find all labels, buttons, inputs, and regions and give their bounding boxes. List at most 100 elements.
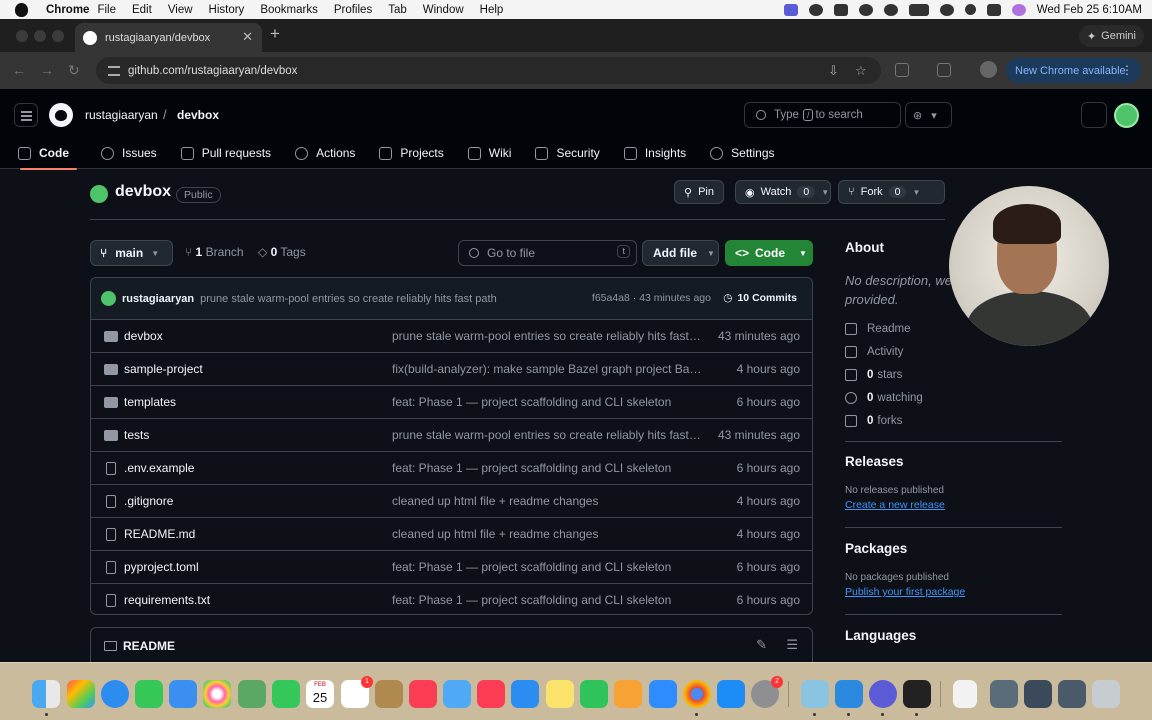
finder-icon[interactable]	[32, 680, 60, 708]
webcam-overlay[interactable]	[949, 186, 1109, 346]
profile-avatar[interactable]	[980, 61, 997, 78]
search-input[interactable]: Type / to search	[744, 102, 901, 128]
news-icon[interactable]	[477, 680, 505, 708]
menu-file[interactable]: File	[97, 4, 116, 16]
menu-app-name[interactable]: Chrome	[46, 4, 89, 16]
file-name[interactable]: requirements.txt	[124, 593, 210, 607]
keynote-icon[interactable]	[511, 680, 539, 708]
menu-profiles[interactable]: Profiles	[334, 4, 372, 16]
commit-meta[interactable]: f65a4a8 · 43 minutes ago	[592, 292, 711, 304]
launchpad-icon[interactable]	[67, 680, 95, 708]
browser-tab[interactable]: rustagiaaryan/devbox ✕	[75, 23, 262, 52]
vscode-icon[interactable]	[835, 680, 863, 708]
apple-icon[interactable]	[15, 2, 28, 17]
file-commit-message[interactable]: feat: Phase 1 — project scaffolding and …	[392, 461, 704, 475]
commits-link[interactable]: ◷ 10 Commits	[723, 292, 797, 304]
file-name[interactable]: devbox	[124, 329, 163, 343]
file-row[interactable]: requirements.txt feat: Phase 1 — project …	[91, 584, 812, 614]
document-icon[interactable]	[953, 680, 977, 708]
watch-button[interactable]: ◉ Watch 0 ▼	[735, 180, 831, 204]
maps-icon[interactable]	[238, 680, 266, 708]
kebab-menu-icon[interactable]: ⋮	[1121, 63, 1133, 77]
branches-link[interactable]: ⑂ 1 Branch	[185, 245, 244, 259]
repo-title[interactable]: devbox	[115, 183, 171, 201]
fork-button[interactable]: ⑂ Fork 0 ▼	[838, 180, 945, 204]
forward-arrow-icon[interactable]: →	[40, 62, 54, 78]
code-button[interactable]: <> Code ▼	[725, 240, 813, 266]
file-row[interactable]: .gitignore cleaned up html file + readme …	[91, 485, 812, 518]
file-row[interactable]: .env.example feat: Phase 1 — project scaf…	[91, 452, 812, 485]
file-commit-message[interactable]: feat: Phase 1 — project scaffolding and …	[392, 395, 704, 409]
control-center-icon[interactable]	[986, 3, 1001, 16]
zoom-icon[interactable]	[649, 680, 677, 708]
packages-title[interactable]: Packages	[845, 541, 907, 556]
file-commit-message[interactable]: prune stale warm-pool entries so create …	[392, 329, 704, 343]
chrome-icon[interactable]	[683, 680, 711, 708]
file-commit-message[interactable]: cleaned up html file + readme changes	[392, 527, 704, 541]
publish-package-link[interactable]: Publish your first package	[845, 586, 965, 598]
tags-link[interactable]: ◇ 0 Tags	[258, 245, 306, 259]
photos-icon[interactable]	[203, 680, 231, 708]
file-name[interactable]: tests	[124, 428, 149, 442]
forks-link[interactable]: 0 forks	[845, 415, 902, 427]
pages-icon[interactable]	[614, 680, 642, 708]
menu-view[interactable]: View	[168, 4, 193, 16]
repo-name-link[interactable]: devbox	[177, 108, 219, 122]
file-name[interactable]: .gitignore	[124, 494, 173, 508]
owner-avatar[interactable]	[90, 185, 108, 203]
commit-message[interactable]: prune stale warm-pool entries so create …	[200, 293, 497, 305]
reminders-icon[interactable]: 1	[341, 676, 373, 708]
zoom-window-button[interactable]	[52, 30, 64, 42]
watching-link[interactable]: 0 watching	[845, 392, 923, 404]
notes-folder-icon[interactable]	[375, 680, 403, 708]
menu-history[interactable]: History	[209, 4, 245, 16]
tab-pull-requests[interactable]: Pull requests	[173, 137, 279, 169]
pencil-icon[interactable]: ✎	[756, 637, 767, 653]
notes-icon[interactable]	[546, 680, 574, 708]
numbers-icon[interactable]	[580, 680, 608, 708]
activity-link[interactable]: Activity	[845, 346, 903, 358]
file-row[interactable]: README.md cleaned up html file + readme c…	[91, 518, 812, 551]
calendar-icon[interactable]: FEB 25	[306, 680, 334, 708]
new-tab-icon[interactable]: +	[270, 24, 280, 44]
tab-code[interactable]: Code	[10, 137, 77, 170]
address-bar[interactable]: github.com/rustagiaaryan/devbox ⇩ ☆	[96, 57, 881, 84]
screenshot-stack-icon[interactable]	[1024, 680, 1052, 708]
add-file-button[interactable]: Add file ▼	[642, 240, 719, 266]
menu-bookmarks[interactable]: Bookmarks	[260, 4, 318, 16]
cloud-icon[interactable]	[858, 3, 873, 16]
gemini-button[interactable]: ✦ Gemini	[1078, 25, 1144, 47]
file-name[interactable]: README.md	[124, 527, 195, 541]
system-settings-icon[interactable]: 2	[751, 676, 783, 708]
wifi-icon[interactable]	[939, 3, 954, 16]
releases-title[interactable]: Releases	[845, 454, 904, 469]
back-arrow-icon[interactable]: ←	[12, 62, 26, 78]
create-release-link[interactable]: Create a new release	[845, 499, 945, 511]
file-commit-message[interactable]: prune stale warm-pool entries so create …	[392, 428, 704, 442]
safari-icon[interactable]	[101, 680, 129, 708]
branch-select-button[interactable]: ⑂ main ▼	[90, 240, 173, 266]
file-row[interactable]: pyproject.toml feat: Phase 1 — project sc…	[91, 551, 812, 584]
file-name[interactable]: pyproject.toml	[124, 560, 199, 574]
install-app-icon[interactable]: ⇩	[828, 63, 839, 79]
commit-author-avatar[interactable]	[101, 291, 116, 306]
pin-button[interactable]: ⚲ Pin	[674, 180, 724, 204]
file-commit-message[interactable]: cleaned up html file + readme changes	[392, 494, 704, 508]
reload-icon[interactable]: ↻	[68, 62, 80, 79]
address-url[interactable]: github.com/rustagiaaryan/devbox	[128, 65, 297, 77]
docker-icon[interactable]	[801, 680, 829, 708]
user-avatar[interactable]	[1114, 103, 1139, 128]
menu-window[interactable]: Window	[423, 4, 464, 16]
tab-issues[interactable]: Issues	[93, 137, 165, 169]
downloads-stack-icon[interactable]	[990, 680, 1018, 708]
menu-help[interactable]: Help	[480, 4, 504, 16]
outline-list-icon[interactable]: ☰	[786, 637, 798, 653]
close-tab-icon[interactable]: ✕	[242, 29, 253, 45]
messages-icon[interactable]	[135, 680, 163, 708]
side-panel-icon[interactable]	[937, 63, 951, 77]
github-logo-icon[interactable]	[49, 103, 73, 127]
tab-wiki[interactable]: Wiki	[460, 137, 520, 169]
tab-insights[interactable]: Insights	[616, 137, 694, 169]
tab-projects[interactable]: Projects	[371, 137, 451, 169]
folder-stack-icon[interactable]	[1058, 680, 1086, 708]
